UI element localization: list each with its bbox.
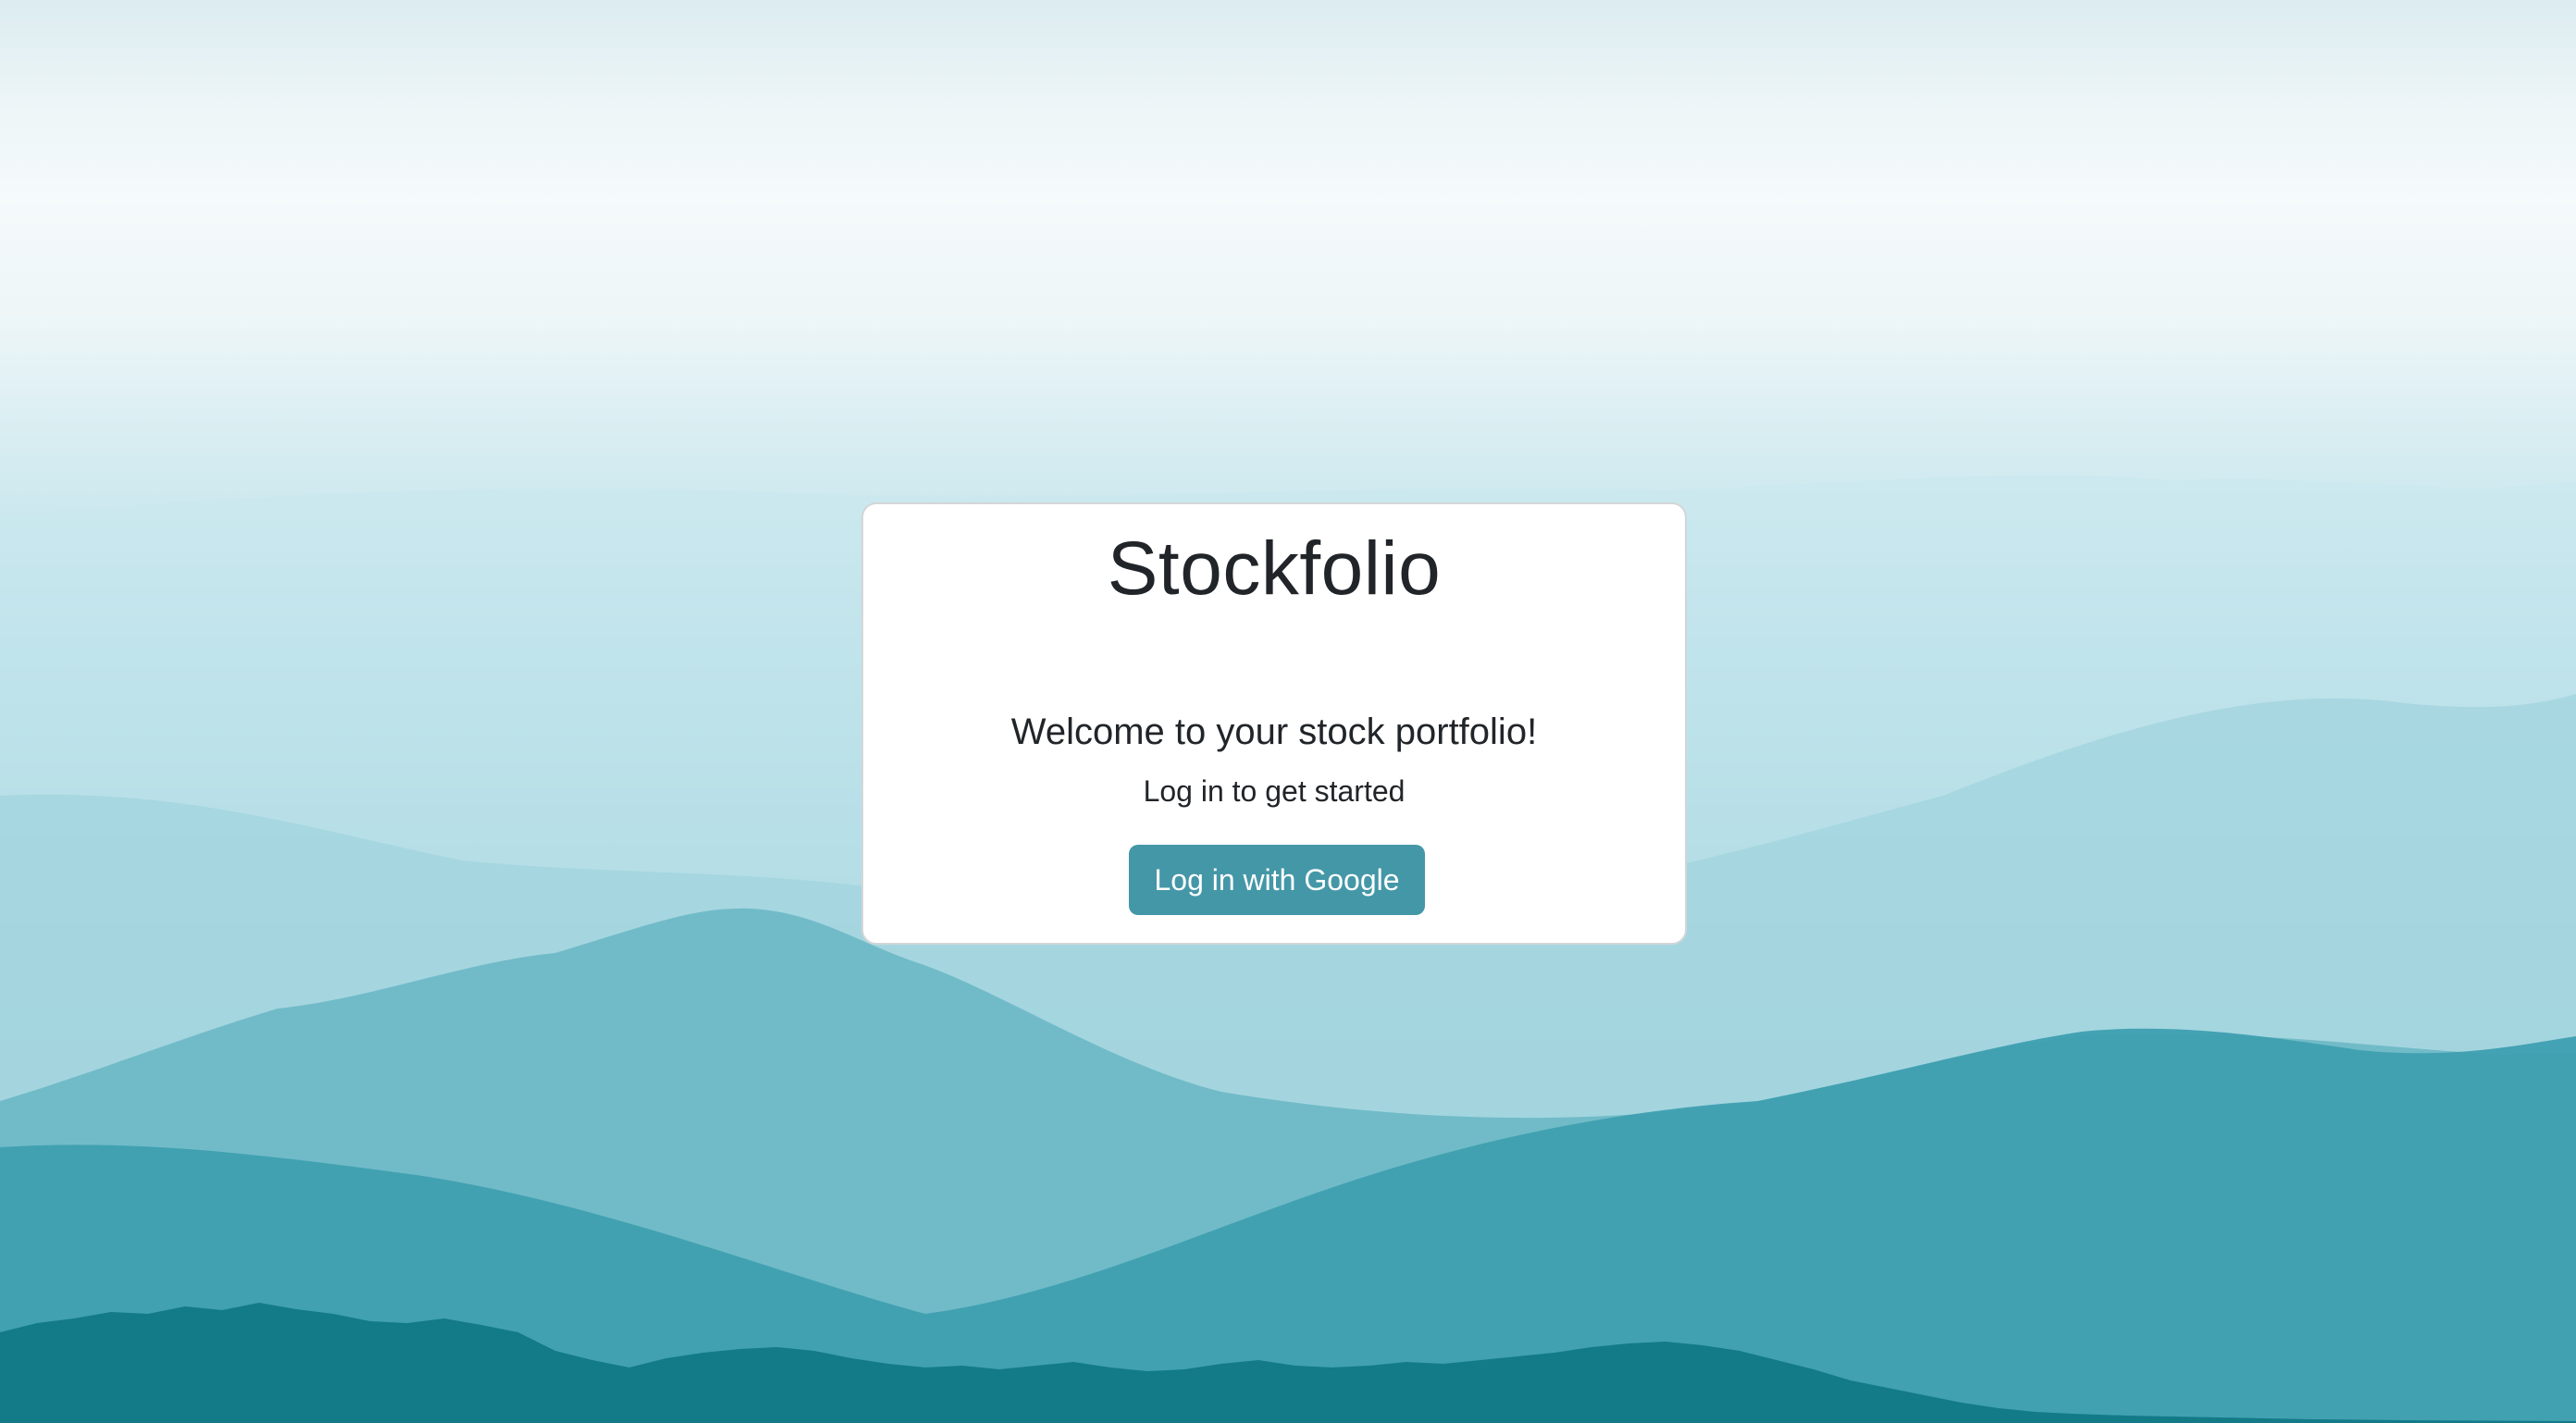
- login-card: Stockfolio Welcome to your stock portfol…: [861, 502, 1687, 945]
- login-subtitle: Log in to get started: [1143, 774, 1406, 808]
- google-login-button[interactable]: Log in with Google: [1129, 845, 1425, 915]
- app-title: Stockfolio: [1107, 526, 1442, 611]
- welcome-heading: Welcome to your stock portfolio!: [1010, 712, 1538, 752]
- login-page: Stockfolio Welcome to your stock portfol…: [0, 0, 2576, 1423]
